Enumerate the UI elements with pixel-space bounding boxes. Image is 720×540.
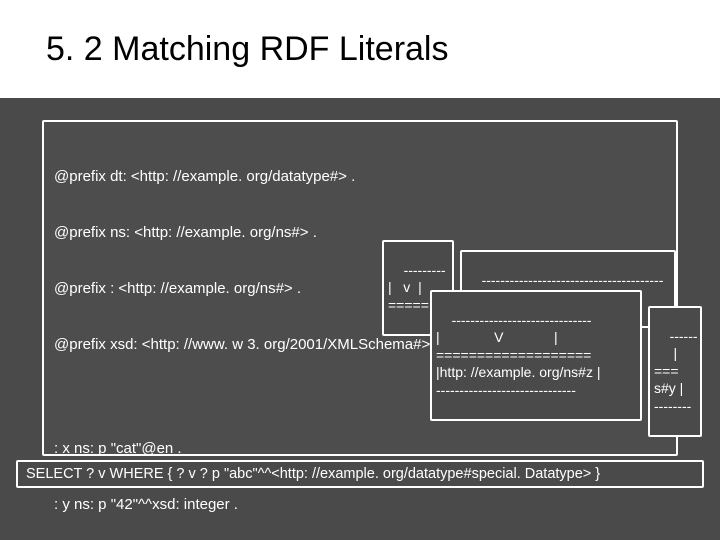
result-box-y-fragment: ------ | === s#y | -------- [648,306,702,437]
slide: 5. 2 Matching RDF Literals @prefix dt: <… [0,0,720,540]
result-text: ------ | === s#y | -------- [654,328,698,414]
page-title: 5. 2 Matching RDF Literals [46,30,449,69]
data-line: : y ns: p "42"^^xsd: integer . [54,496,666,515]
prefix-line: @prefix dt: <http: //example. org/dataty… [54,168,666,187]
result-text: ------------------------------ | V | ===… [436,312,600,398]
prefix-line: @prefix ns: <http: //example. org/ns#> . [54,224,666,243]
data-line: : x ns: p "cat"@en . [54,440,666,459]
bottom-query-box: SELECT ? v WHERE { ? v ? p "abc"^^<http:… [16,460,704,488]
result-box-z: ------------------------------ | V | ===… [430,290,642,421]
query-text: SELECT ? v WHERE { ? v ? p "abc"^^<http:… [26,466,600,482]
header-bar: 5. 2 Matching RDF Literals [0,0,720,98]
